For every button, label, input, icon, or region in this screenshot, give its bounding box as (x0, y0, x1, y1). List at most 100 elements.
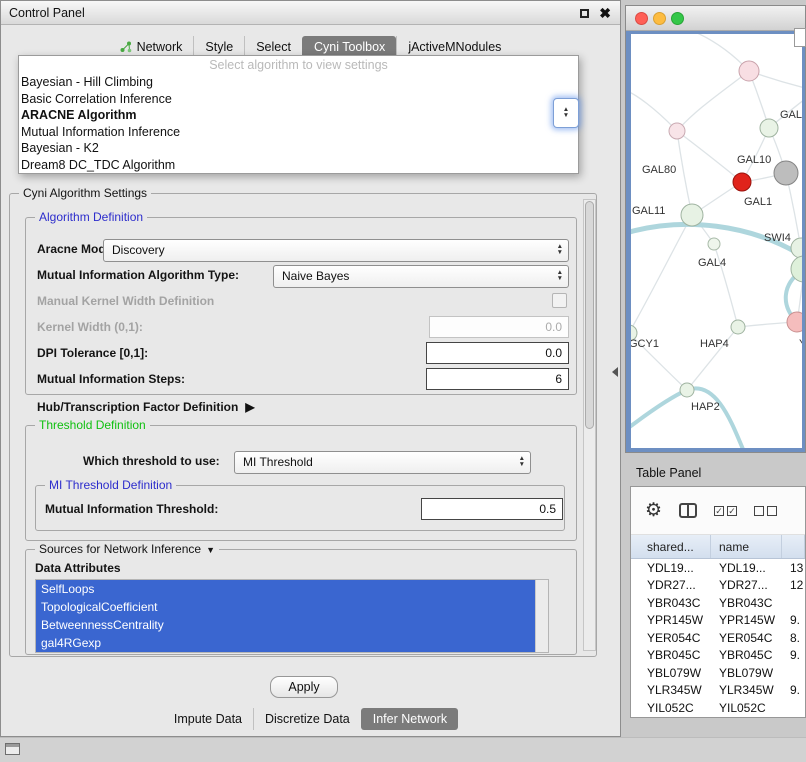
columns-icon[interactable] (679, 503, 697, 518)
column-header-name[interactable]: name (711, 535, 782, 558)
which-threshold-select[interactable]: MI Threshold ▲▼ (234, 451, 531, 474)
network-edge[interactable] (631, 89, 677, 131)
control-panel-window: Control Panel ✖ Network Style Select Cyn… (0, 0, 621, 737)
network-view-window: GALGAL80GAL10GAL1GAL11SWI4GAL4GCY1HAP4YH… (625, 5, 806, 453)
network-node[interactable] (708, 238, 720, 250)
scrollbar-thumb[interactable] (585, 201, 594, 429)
attributes-scrollbar[interactable] (535, 580, 548, 652)
manual-kernel-checkbox[interactable] (552, 293, 567, 308)
mi-algorithm-type-label: Mutual Information Algorithm Type: (37, 268, 239, 282)
network-node[interactable] (681, 204, 703, 226)
table-row[interactable]: YDL19...YDL19...13 (631, 559, 805, 577)
network-node[interactable] (787, 312, 802, 332)
gear-icon[interactable]: ⚙ (645, 499, 662, 522)
network-canvas[interactable]: GALGAL80GAL10GAL1GAL11SWI4GAL4GCY1HAP4YH… (631, 34, 802, 448)
node-label: GAL80 (642, 164, 676, 176)
table-cell: YBR045C (711, 648, 782, 662)
algorithm-dropdown-items: Bayesian - Hill ClimbingBasic Correlatio… (19, 74, 578, 173)
table-cell: YER054C (631, 631, 711, 645)
network-node[interactable] (791, 238, 802, 258)
attribute-item[interactable]: SelfLoops (36, 580, 535, 598)
select-all-checks-icon[interactable]: ✓✓ (714, 506, 737, 516)
tab-discretize-data[interactable]: Discretize Data (253, 708, 361, 730)
network-edge[interactable] (677, 131, 692, 215)
node-label: GAL10 (737, 154, 771, 166)
aracne-mode-select[interactable]: Discovery ▲▼ (103, 239, 569, 262)
dpi-tolerance-field[interactable]: 0.0 (426, 342, 569, 364)
algorithm-option[interactable]: Mutual Information Inference (19, 124, 578, 141)
column-header-shared-name[interactable]: shared... (631, 535, 711, 558)
mi-algorithm-type-select[interactable]: Naive Bayes ▲▼ (273, 265, 569, 288)
hub-tf-definition-toggle[interactable]: Hub/Transcription Factor Definition ▶ (37, 400, 255, 414)
network-edge[interactable] (677, 131, 742, 182)
close-icon[interactable]: ✖ (599, 7, 611, 19)
network-node[interactable] (731, 320, 745, 334)
network-node[interactable] (669, 123, 685, 139)
network-node[interactable] (774, 161, 798, 185)
data-attributes-list: SelfLoopsTopologicalCoefficientBetweenne… (36, 580, 548, 652)
network-edge[interactable] (687, 327, 738, 390)
group-legend: Algorithm Definition (35, 210, 147, 224)
table-row[interactable]: YIL052CYIL052C (631, 699, 805, 717)
mi-steps-field[interactable]: 6 (426, 368, 569, 390)
panel-collapse-arrow[interactable] (612, 367, 618, 377)
expand-right-icon: ▶ (245, 400, 254, 414)
table-row[interactable]: YBR045CYBR045C9. (631, 647, 805, 665)
algorithm-option[interactable]: ARACNE Algorithm (19, 107, 578, 124)
table-row[interactable]: YPR145WYPR145W9. (631, 612, 805, 630)
manual-kernel-label: Manual Kernel Width Definition (37, 294, 214, 308)
kernel-width-label: Kernel Width (0,1): (37, 320, 143, 334)
network-window-titlebar[interactable] (626, 6, 805, 31)
traffic-light-close-icon[interactable] (635, 12, 648, 25)
tab-impute-data[interactable]: Impute Data (163, 708, 253, 730)
restore-icon[interactable] (580, 9, 589, 18)
algorithm-option[interactable]: Bayesian - K2 (19, 140, 578, 157)
kernel-width-field[interactable]: 0.0 (429, 316, 569, 338)
selected-value: Naive Bayes (282, 269, 349, 283)
table-cell: 9. (782, 683, 805, 697)
table-cell: 9. (782, 648, 805, 662)
algorithm-option[interactable]: Dream8 DC_TDC Algorithm (19, 157, 578, 174)
network-node[interactable] (760, 119, 778, 137)
network-scrollbar[interactable] (794, 28, 806, 47)
settings-scrollbar[interactable] (583, 199, 596, 651)
algorithm-option[interactable]: Basic Correlation Inference (19, 91, 578, 108)
traffic-light-zoom-icon[interactable] (671, 12, 684, 25)
combo-arrows-icon: ▲▼ (557, 270, 563, 282)
table-body: YDL19...YDL19...13YDR27...YDR27...12YBR0… (631, 559, 805, 717)
table-cell: YER054C (711, 631, 782, 645)
sources-toggle[interactable]: Sources for Network Inference▼ (35, 542, 219, 556)
network-node[interactable] (680, 383, 694, 397)
table-row[interactable]: YLR345WYLR345W9. (631, 682, 805, 700)
table-row[interactable]: YBL079WYBL079W (631, 664, 805, 682)
attribute-item[interactable]: TopologicalCoefficient (36, 598, 535, 616)
minimized-panel-icon[interactable] (5, 743, 20, 755)
algorithm-combobox[interactable]: ▲▼ (553, 98, 579, 128)
traffic-light-minimize-icon[interactable] (653, 12, 666, 25)
table-row[interactable]: YER054CYER054C8. (631, 629, 805, 647)
data-attributes-listbox[interactable]: SelfLoopsTopologicalCoefficientBetweenne… (35, 579, 549, 653)
expand-down-icon: ▼ (206, 545, 215, 555)
table-row[interactable]: YDR27...YDR27...12 (631, 577, 805, 595)
algorithm-option[interactable]: Bayesian - Hill Climbing (19, 74, 578, 91)
table-cell: YBR043C (631, 596, 711, 610)
apply-button[interactable]: Apply (270, 676, 338, 698)
table-panel: ⚙ ✓✓ shared... name YDL19...YDL19...13YD… (630, 486, 806, 718)
table-cell: 9. (782, 613, 805, 627)
network-edge[interactable] (677, 71, 749, 131)
mi-threshold-field[interactable]: 0.5 (421, 498, 563, 520)
hub-tf-label: Hub/Transcription Factor Definition (37, 400, 238, 414)
attribute-item[interactable]: BetweennessCentrality (36, 616, 535, 634)
tab-infer-network[interactable]: Infer Network (361, 708, 458, 730)
column-header-extra[interactable] (782, 535, 805, 558)
table-cell: YDL19... (631, 561, 711, 575)
control-panel-titlebar[interactable]: Control Panel ✖ (1, 1, 620, 25)
network-node[interactable] (739, 61, 759, 81)
table-row[interactable]: YBR043CYBR043C (631, 594, 805, 612)
network-icon (120, 41, 132, 53)
table-cell: YBR045C (631, 648, 711, 662)
network-edge[interactable] (631, 215, 692, 333)
deselect-all-checks-icon[interactable] (754, 506, 777, 516)
network-node[interactable] (733, 173, 751, 191)
attribute-item[interactable]: gal4RGexp (36, 634, 535, 652)
